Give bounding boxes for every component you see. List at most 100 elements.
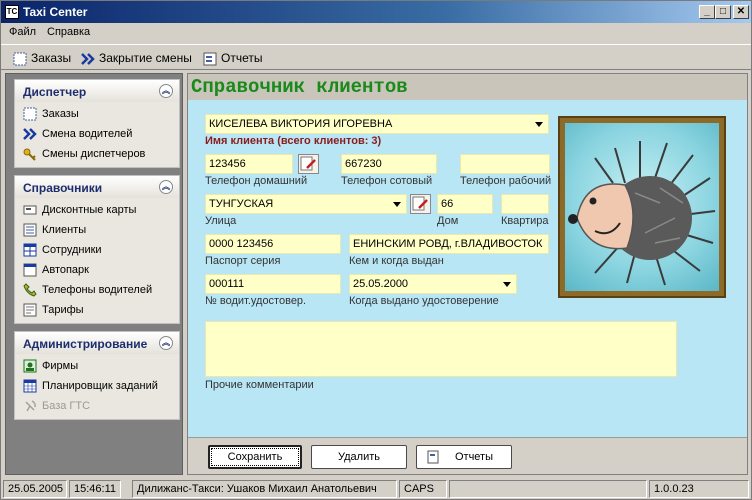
orders-icon — [13, 52, 27, 66]
double-chevron-icon — [23, 127, 37, 141]
collapse-icon[interactable]: ︽ — [159, 180, 173, 194]
sidebar-item-driver-shift[interactable]: Смена водителей — [15, 124, 179, 144]
panel-references: Справочники ︽ Дисконтные карты Клиенты Со… — [14, 175, 180, 324]
sidebar-item-label: Смена водителей — [42, 128, 133, 140]
panel-references-header[interactable]: Справочники ︽ — [15, 176, 179, 198]
license-field[interactable]: 000111 — [205, 274, 341, 294]
toolbar-reports-button[interactable]: Отчеты — [203, 50, 262, 66]
hedgehog-image — [568, 141, 716, 286]
house-field[interactable]: 66 — [437, 194, 493, 214]
panel-dispatcher: Диспетчер ︽ Заказы Смена водителей Смены … — [14, 79, 180, 168]
client-photo — [558, 116, 726, 298]
minimize-button[interactable]: _ — [699, 5, 715, 19]
sidebar-item-tariffs[interactable]: Тарифы — [15, 300, 179, 320]
sidebar-item-orders[interactable]: Заказы — [15, 104, 179, 124]
close-button[interactable]: ✕ — [733, 5, 749, 19]
sidebar-item-label: Смены диспетчеров — [42, 148, 146, 160]
page-title: Справочник клиентов — [191, 76, 408, 98]
sidebar-item-firms[interactable]: Фирмы — [15, 356, 179, 376]
license-date-picker[interactable]: 25.05.2000 — [349, 274, 517, 294]
reports-button[interactable]: Отчеты — [416, 445, 512, 469]
sidebar-item-label: Клиенты — [42, 224, 87, 236]
phone-mobile-field[interactable]: 667230 — [341, 154, 437, 174]
report-icon — [427, 450, 439, 472]
apartment-field[interactable] — [501, 194, 549, 214]
toolbar-shift-close-button[interactable]: Закрытие смены — [81, 50, 192, 66]
edit-street-button[interactable] — [410, 194, 431, 214]
panel-dispatcher-title: Диспетчер — [23, 85, 87, 99]
status-date: 25.05.2005 — [3, 480, 67, 498]
phone-mobile-label: Телефон сотовый — [341, 175, 433, 187]
sidebar-item-discount-cards[interactable]: Дисконтные карты — [15, 200, 179, 220]
street-label: Улица — [205, 215, 237, 227]
apartment-label: Квартира — [501, 215, 549, 227]
title-bar[interactable]: TC Taxi Center _ □ ✕ — [1, 1, 751, 23]
passport-field[interactable]: 0000 123456 — [205, 234, 341, 254]
status-time: 15:46:11 — [69, 480, 121, 498]
sidebar-item-gts-base[interactable]: База ГТС — [15, 396, 179, 416]
key-icon — [23, 147, 37, 161]
client-name-select[interactable]: КИСЕЛЕВА ВИКТОРИЯ ИГОРЕВНА — [205, 114, 549, 134]
reports-button-label: Отчеты — [454, 451, 494, 463]
antenna-icon — [23, 399, 37, 413]
status-caps: CAPS — [399, 480, 447, 498]
toolbar-reports-label: Отчеты — [221, 51, 263, 65]
issued-by-label: Кем и когда выдан — [349, 255, 444, 267]
app-icon: TC — [5, 5, 19, 19]
comments-label: Прочие комментарии — [205, 379, 314, 391]
panel-admin-header[interactable]: Администрирование ︽ — [15, 332, 179, 354]
license-label: № водит.удостовер. — [205, 295, 307, 307]
edit-icon — [300, 156, 316, 171]
sidebar-item-driver-phones[interactable]: Телефоны водителей — [15, 280, 179, 300]
sidebar-item-dispatcher-shifts[interactable]: Смены диспетчеров — [15, 144, 179, 164]
phone-icon — [23, 283, 37, 297]
sidebar-item-scheduler[interactable]: Планировщик заданий — [15, 376, 179, 396]
maximize-button[interactable]: □ — [715, 5, 731, 19]
sidebar-item-label: Телефоны водителей — [42, 284, 153, 296]
street-select[interactable]: ТУНГУСКАЯ — [205, 194, 407, 214]
save-button[interactable]: Сохранить — [208, 445, 302, 469]
comments-textarea[interactable] — [205, 321, 677, 377]
edit-icon — [412, 196, 428, 211]
app-window: TC Taxi Center _ □ ✕ Файл Справка Заказы… — [0, 0, 752, 500]
section-header: Справочник клиентов — [188, 74, 747, 100]
panel-admin: Администрирование ︽ Фирмы Планировщик зад… — [14, 331, 180, 420]
firm-icon — [23, 359, 37, 373]
list-icon — [23, 223, 37, 237]
phone-home-field[interactable]: 123456 — [205, 154, 293, 174]
card-icon — [23, 203, 37, 217]
panel-dispatcher-header[interactable]: Диспетчер ︽ — [15, 80, 179, 102]
edit-phone-button[interactable] — [298, 154, 319, 174]
phone-work-label: Телефон рабочий — [460, 175, 552, 187]
sidebar-item-label: Сотрудники — [42, 244, 102, 256]
status-version: 1.0.0.23 — [649, 480, 749, 498]
sidebar-item-label: Планировщик заданий — [42, 380, 158, 392]
sidebar-item-label: База ГТС — [42, 400, 91, 412]
grid-icon — [23, 263, 37, 277]
button-bar: Сохранить Удалить Отчеты — [188, 437, 747, 474]
sidebar-item-label: Автопарк — [42, 264, 89, 276]
collapse-icon[interactable]: ︽ — [159, 336, 173, 350]
toolbar-shift-close-label: Закрытие смены — [99, 51, 192, 65]
toolbar-orders-label: Заказы — [31, 51, 72, 65]
window-title: Taxi Center — [23, 5, 88, 19]
phone-work-field[interactable] — [460, 154, 550, 174]
delete-button[interactable]: Удалить — [311, 445, 407, 469]
menu-file[interactable]: Файл — [9, 26, 36, 38]
sidebar-item-employees[interactable]: Сотрудники — [15, 240, 179, 260]
table-icon — [23, 243, 37, 257]
toolbar-orders-button[interactable]: Заказы — [13, 50, 71, 66]
collapse-icon[interactable]: ︽ — [159, 84, 173, 98]
tariff-icon — [23, 303, 37, 317]
sidebar-item-fleet[interactable]: Автопарк — [15, 260, 179, 280]
passport-label: Паспорт серия — [205, 255, 281, 267]
issued-by-field[interactable]: ЕНИНСКИМ РОВД, г.ВЛАДИВОСТОК — [349, 234, 549, 254]
phone-home-label: Телефон домашний — [205, 175, 308, 187]
sidebar-item-clients[interactable]: Клиенты — [15, 220, 179, 240]
menu-help[interactable]: Справка — [47, 26, 90, 38]
house-label: Дом — [437, 215, 459, 227]
status-empty — [449, 480, 647, 498]
panel-references-title: Справочники — [23, 181, 103, 195]
sidebar-item-label: Заказы — [42, 108, 79, 120]
sidebar-item-label: Дисконтные карты — [42, 204, 137, 216]
